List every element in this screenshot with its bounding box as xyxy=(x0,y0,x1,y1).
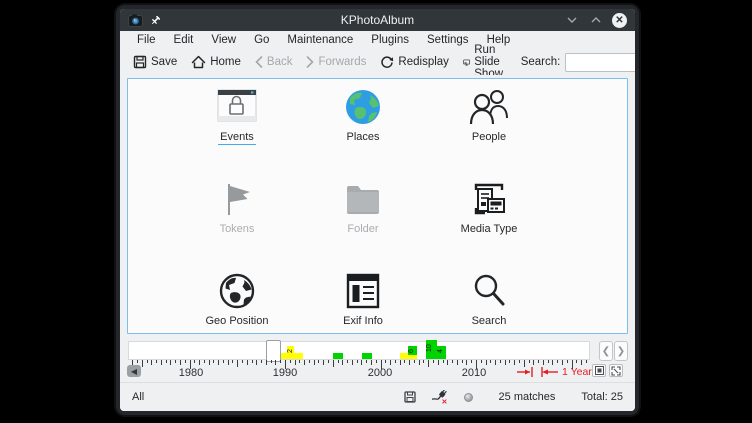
bar-count-label: 4 xyxy=(437,345,446,358)
flag-icon xyxy=(219,178,255,220)
datebar-zoom-out-button[interactable] xyxy=(609,364,623,377)
datebar-focus-box[interactable] xyxy=(266,340,281,362)
kphotoalbum-window: KPhotoAlbum ✕ File Edit View Go Maintena… xyxy=(120,9,635,411)
folder-icon xyxy=(343,178,383,220)
datebar: 2 6 104 1980 1990 2000 2010 ❮ ❯ ◀ 1 Year xyxy=(120,338,635,382)
lock-led-indicator xyxy=(464,393,473,402)
forward-icon xyxy=(306,56,314,68)
datebar-bar-2005[interactable]: 10 xyxy=(426,340,437,359)
category-grid: Events Places People xyxy=(174,83,554,329)
year-label-2010: 2010 xyxy=(462,367,486,379)
category-label: People xyxy=(470,131,508,144)
media-frames-icon xyxy=(470,178,508,220)
search-input[interactable] xyxy=(565,53,635,72)
category-label: Media Type xyxy=(459,223,520,236)
dirty-indicator-icon xyxy=(404,391,416,403)
category-label: Events xyxy=(218,131,256,145)
save-icon xyxy=(133,55,147,69)
redisplay-button[interactable]: Redisplay xyxy=(375,53,454,71)
datebar-bar-2002[interactable] xyxy=(400,353,408,359)
menu-go[interactable]: Go xyxy=(246,33,277,47)
category-browser: Events Places People xyxy=(120,75,635,338)
datebar-bar-1995[interactable] xyxy=(333,353,343,359)
datebar-bar-2003[interactable]: 6 xyxy=(408,346,417,359)
back-icon xyxy=(255,56,263,68)
svg-text:✕: ✕ xyxy=(441,399,447,405)
datebar-first-image-button[interactable]: ◀ xyxy=(127,365,141,377)
menu-view[interactable]: View xyxy=(203,33,244,47)
category-tokens[interactable]: Tokens xyxy=(174,175,300,267)
category-label: Search xyxy=(470,315,509,328)
category-places[interactable]: Places xyxy=(300,83,426,175)
datebar-bar-1998[interactable] xyxy=(362,353,372,359)
category-events[interactable]: Events xyxy=(174,83,300,175)
close-button[interactable]: ✕ xyxy=(612,13,627,28)
category-label: Places xyxy=(344,131,381,144)
menu-edit[interactable]: Edit xyxy=(166,33,202,47)
datebar-bar-2006[interactable]: 4 xyxy=(437,346,446,359)
datebar-bar-1990[interactable]: 2 xyxy=(287,346,294,359)
category-media-type[interactable]: Media Type xyxy=(426,175,552,267)
forwards-button[interactable]: Forwards xyxy=(301,54,371,70)
thumbnail-connection-icon: ✕ xyxy=(432,390,448,405)
back-button[interactable]: Back xyxy=(250,54,298,70)
category-folder[interactable]: Folder xyxy=(300,175,426,267)
datebar-histogram[interactable]: 2 6 104 xyxy=(128,341,590,360)
category-label: Geo Position xyxy=(204,315,271,328)
browser-view: Events Places People xyxy=(127,78,628,334)
status-context: All xyxy=(132,391,144,403)
globe-outline-icon xyxy=(218,270,256,312)
year-label-2000: 2000 xyxy=(368,367,392,379)
statusbar: All ✕ 25 matches Total: 25 xyxy=(120,382,635,411)
datebar-next-button[interactable]: ❯ xyxy=(614,341,628,361)
bar-count-label: 6 xyxy=(408,345,417,358)
category-label: Exif Info xyxy=(341,315,385,328)
category-label: Tokens xyxy=(218,223,257,236)
slideshow-icon xyxy=(463,55,470,70)
menu-plugins[interactable]: Plugins xyxy=(363,33,417,47)
home-button[interactable]: Home xyxy=(186,53,246,71)
bar-count-label: 2 xyxy=(287,345,294,358)
datebar-bar-1991[interactable] xyxy=(294,353,303,359)
datebar-zoom-in-button[interactable] xyxy=(592,364,606,377)
year-label-1990: 1990 xyxy=(273,367,297,379)
menu-maintenance[interactable]: Maintenance xyxy=(279,33,361,47)
save-button[interactable]: Save xyxy=(128,53,182,71)
bar-count-label: 10 xyxy=(426,339,437,358)
menubar: File Edit View Go Maintenance Plugins Se… xyxy=(120,31,635,49)
category-label: Folder xyxy=(345,223,380,236)
match-count: 25 matches xyxy=(499,391,556,403)
document-info-icon xyxy=(346,270,380,312)
maximize-button[interactable] xyxy=(588,12,604,28)
resolution-arrows-icon xyxy=(515,366,559,378)
datebar-prev-button[interactable]: ❮ xyxy=(599,341,613,361)
menu-file[interactable]: File xyxy=(129,33,164,47)
search-label: Search: xyxy=(521,56,561,68)
window-frame: KPhotoAlbum ✕ File Edit View Go Maintena… xyxy=(116,5,639,415)
total-count: Total: 25 xyxy=(581,391,623,403)
home-icon xyxy=(191,55,206,69)
toolbar: Save Home Back Forwards Redisplay Run Sl… xyxy=(120,49,635,75)
titlebar[interactable]: KPhotoAlbum ✕ xyxy=(120,9,635,31)
minimize-button[interactable] xyxy=(564,12,580,28)
magnifier-icon xyxy=(470,270,508,312)
category-people[interactable]: People xyxy=(426,83,552,175)
datebar-resolution-indicator: 1 Year xyxy=(515,366,592,378)
resolution-label: 1 Year xyxy=(562,366,592,378)
year-label-1980: 1980 xyxy=(179,367,203,379)
globe-color-icon xyxy=(344,86,382,128)
two-people-icon xyxy=(468,86,510,128)
events-window-lock-icon xyxy=(215,86,259,128)
redisplay-icon xyxy=(380,55,394,69)
window-title: KPhotoAlbum xyxy=(120,13,635,27)
